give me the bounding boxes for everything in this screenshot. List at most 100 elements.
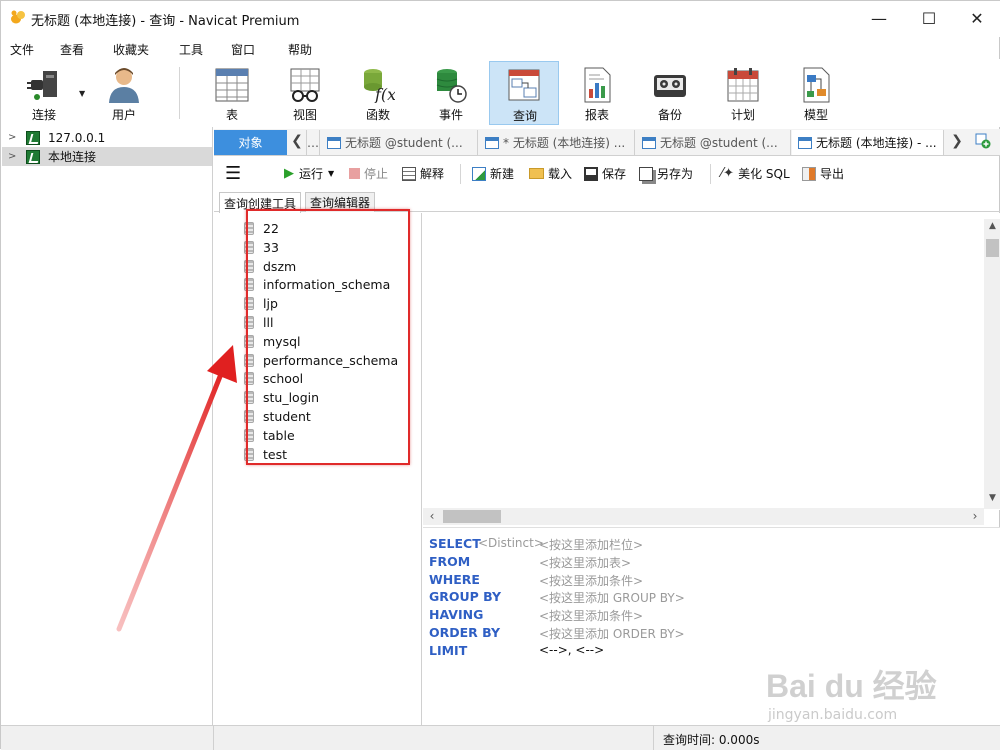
export-button[interactable]: 导出: [802, 165, 844, 182]
window-title: 无标题 (本地连接) - 查询 - Navicat Premium: [31, 14, 300, 29]
menu-view[interactable]: 查看: [60, 41, 84, 58]
connection-icon: [26, 150, 40, 164]
maximize-button[interactable]: ☐: [904, 1, 954, 35]
add-where-condition-link[interactable]: <按这里添加条件>: [539, 572, 643, 589]
event-clock-icon: [436, 69, 467, 103]
tree-item-local-connection[interactable]: > 本地连接: [2, 147, 212, 166]
function-button[interactable]: f(x) 函数: [343, 61, 413, 125]
limit-value[interactable]: <-->, <-->: [539, 643, 604, 657]
scrollbar-thumb[interactable]: [443, 510, 501, 523]
doc-tab-4[interactable]: 无标题 (本地连接) - ...: [792, 130, 944, 155]
document-tab-strip: 对象 ❮ … 无标题 @student (... * 无标题 (本地连接) ..…: [214, 129, 1000, 156]
menu-file[interactable]: 文件: [10, 41, 34, 58]
function-icon: f(x): [364, 69, 395, 103]
doc-tab-3[interactable]: 无标题 @student (...: [636, 130, 791, 155]
add-group-by-link[interactable]: <按这里添加 GROUP BY>: [539, 589, 685, 606]
hamburger-menu-icon[interactable]: ☰: [225, 163, 241, 184]
vertical-scrollbar[interactable]: ▲ ▼: [984, 219, 1000, 509]
stop-icon: [349, 168, 360, 179]
menu-favorites[interactable]: 收藏夹: [113, 41, 149, 58]
floppy-icon: [584, 166, 598, 181]
add-field-link[interactable]: <按这里添加栏位>: [539, 536, 643, 553]
maximize-icon: ☐: [921, 8, 937, 28]
close-icon: ✕: [970, 8, 984, 28]
report-button[interactable]: 报表: [562, 61, 632, 125]
explain-icon: [402, 166, 416, 181]
user-button[interactable]: 用户: [89, 61, 159, 125]
doc-tab-2[interactable]: * 无标题 (本地连接) ...: [479, 130, 635, 155]
save-button[interactable]: 保存: [584, 165, 626, 182]
expand-arrow-icon[interactable]: >: [8, 151, 16, 162]
export-label: 导出: [820, 167, 845, 181]
new-query-button[interactable]: 新建: [472, 165, 514, 182]
doc-tab-label: * 无标题 (本地连接) ...: [503, 136, 626, 150]
connect-button[interactable]: 连接: [9, 61, 79, 125]
scrollbar-thumb[interactable]: [986, 239, 999, 257]
run-button[interactable]: ▶ 运行 ▼: [284, 165, 334, 182]
tree-item-127-0-0-1[interactable]: > 127.0.0.1: [2, 128, 212, 147]
calendar-icon: [727, 68, 759, 102]
new-label: 新建: [490, 167, 515, 181]
beautify-sql-button[interactable]: ⁄✦ 美化 SQL: [721, 165, 790, 182]
scroll-up-icon[interactable]: ▲: [984, 221, 1000, 235]
event-label: 事件: [438, 108, 463, 122]
minimize-icon: —: [871, 8, 887, 28]
scroll-left-icon[interactable]: ‹: [425, 509, 439, 523]
load-button[interactable]: 载入: [529, 165, 572, 182]
model-button[interactable]: 模型: [781, 61, 851, 125]
tab-objects[interactable]: 对象: [214, 130, 287, 155]
menu-window[interactable]: 窗口: [231, 41, 255, 58]
tree-item-label: 127.0.0.1: [48, 130, 106, 145]
new-icon: [472, 166, 486, 181]
run-dropdown-icon[interactable]: ▼: [328, 169, 334, 178]
event-button[interactable]: 事件: [416, 61, 486, 125]
query-button[interactable]: 查询: [489, 61, 559, 125]
query-tab-icon: [485, 136, 499, 149]
save-as-label: 另存为: [657, 167, 694, 181]
query-time: 查询时间: 0.000s: [663, 733, 760, 747]
menu-tools[interactable]: 工具: [179, 41, 203, 58]
stop-button[interactable]: 停止: [349, 165, 388, 182]
add-having-condition-link[interactable]: <按这里添加条件>: [539, 607, 643, 624]
tab-scroll-right-icon[interactable]: ❯: [948, 133, 966, 153]
connect-label: 连接: [31, 108, 56, 122]
tab-scroll-left-icon[interactable]: ❮: [288, 133, 306, 153]
connect-dropdown-icon[interactable]: ▼: [79, 89, 85, 98]
scroll-right-icon[interactable]: ›: [968, 509, 982, 523]
add-table-link[interactable]: <按这里添加表>: [539, 554, 631, 571]
horizontal-scrollbar[interactable]: ‹ ›: [423, 508, 984, 525]
user-icon: [109, 68, 139, 103]
user-label: 用户: [111, 108, 136, 122]
new-tab-icon[interactable]: [974, 133, 992, 153]
expand-arrow-icon[interactable]: >: [8, 132, 16, 143]
add-order-by-link[interactable]: <按这里添加 ORDER BY>: [539, 625, 685, 642]
doc-tab-1[interactable]: 无标题 @student (...: [321, 130, 478, 155]
save-as-button[interactable]: 另存为: [639, 165, 693, 182]
schedule-button[interactable]: 计划: [708, 61, 778, 125]
connection-tree: > 127.0.0.1 > 本地连接: [2, 127, 213, 725]
status-section: [214, 726, 654, 750]
view-button[interactable]: 视图: [270, 61, 340, 125]
distinct-toggle[interactable]: <Distinct>: [478, 536, 544, 550]
report-label: 报表: [584, 108, 609, 122]
run-play-icon: ▶: [284, 166, 294, 181]
tree-item-label: 本地连接: [48, 150, 97, 164]
menu-bar: 文件 查看 收藏夹 工具 窗口 帮助: [1, 37, 1000, 59]
menu-help[interactable]: 帮助: [288, 41, 312, 58]
select-keyword: SELECT: [429, 536, 481, 551]
table-button[interactable]: 表: [197, 61, 267, 125]
tab-overflow[interactable]: …: [306, 130, 320, 155]
view-glasses-icon: [290, 68, 320, 102]
explain-button[interactable]: 解释: [402, 165, 444, 182]
backup-button[interactable]: 备份: [635, 61, 705, 125]
query-designer-canvas[interactable]: [423, 213, 1000, 510]
save-as-icon: [639, 166, 653, 181]
plug-icon: [27, 71, 57, 100]
minimize-button[interactable]: —: [854, 1, 904, 35]
table-label: 表: [225, 108, 238, 122]
overflow-ellipsis: …: [307, 135, 319, 150]
close-button[interactable]: ✕: [952, 1, 1000, 35]
app-window: 无标题 (本地连接) - 查询 - Navicat Premium — ☐ ✕ …: [0, 0, 1000, 750]
group-by-keyword: GROUP BY: [429, 589, 502, 604]
scroll-down-icon[interactable]: ▼: [984, 493, 1000, 507]
